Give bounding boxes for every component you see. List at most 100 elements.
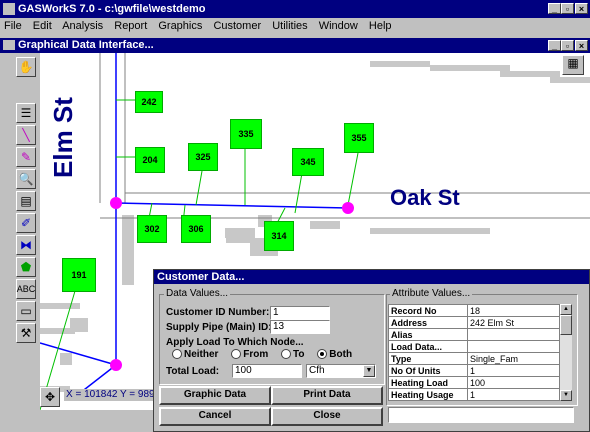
radio-both[interactable]: Both <box>317 349 352 360</box>
child-maximize-button[interactable]: ▫ <box>561 40 574 51</box>
node-242[interactable]: 242 <box>135 91 163 113</box>
attribute-key: Type <box>388 352 468 365</box>
attribute-row[interactable]: Load Data... <box>388 340 560 353</box>
menu-file[interactable]: File <box>4 20 22 32</box>
node-335[interactable]: 335 <box>230 119 262 149</box>
menu-window[interactable]: Window <box>319 20 358 32</box>
scroll-thumb[interactable] <box>560 315 572 335</box>
attribute-row[interactable]: Alias <box>388 328 560 341</box>
attribute-key: Heating Load <box>388 376 468 389</box>
radio-to[interactable]: To <box>281 349 305 360</box>
node-191[interactable]: 191 <box>62 258 96 292</box>
attribute-scrollbar[interactable]: ▲ ▼ <box>560 304 572 401</box>
attribute-key: Load Data... <box>388 340 468 353</box>
layer-tool-icon[interactable]: ▦ <box>562 55 584 75</box>
tool-tool-icon[interactable]: ⚒ <box>16 323 36 343</box>
total-load-label: Total Load: <box>166 366 220 377</box>
attribute-value[interactable]: Single_Fam <box>467 352 560 365</box>
supply-pipe-input[interactable]: 13 <box>270 320 330 334</box>
node-204[interactable]: 204 <box>135 147 165 173</box>
report-tool-icon[interactable]: ▤ <box>16 191 36 211</box>
customer-id-label: Customer ID Number: <box>166 307 270 318</box>
attribute-value[interactable] <box>467 340 560 353</box>
street-label-elm: Elm St <box>48 97 78 178</box>
attribute-row[interactable]: No Of Units 1 <box>388 364 560 377</box>
hand-pan-tool-icon[interactable]: ✋ <box>16 57 36 77</box>
attribute-value[interactable]: 100 <box>467 376 560 389</box>
radio-from[interactable]: From <box>231 349 268 360</box>
attribute-key: Alias <box>388 328 468 341</box>
node-355[interactable]: 355 <box>344 123 374 153</box>
unit-select[interactable]: Cfh ▼ <box>306 364 376 378</box>
attribute-value[interactable]: 242 Elm St <box>467 316 560 329</box>
child-close-button[interactable]: × <box>575 40 588 51</box>
menu-edit[interactable]: Edit <box>33 20 52 32</box>
apply-load-label: Apply Load To Which Node... <box>166 337 304 348</box>
app-icon <box>3 3 15 15</box>
child-icon <box>3 40 15 50</box>
edit-line-tool-icon[interactable]: ✎ <box>16 147 36 167</box>
attribute-row[interactable]: Record No 18 <box>388 304 560 317</box>
child-title: Graphical Data Interface... <box>18 39 154 51</box>
menu-help[interactable]: Help <box>369 20 392 32</box>
node-306[interactable]: 306 <box>181 215 211 243</box>
attribute-row[interactable]: Address 242 Elm St <box>388 316 560 329</box>
print-data-button[interactable]: Print Data <box>271 386 383 405</box>
menu-analysis[interactable]: Analysis <box>62 20 103 32</box>
customer-id-input[interactable]: 1 <box>270 306 330 320</box>
customer-data-dialog: Customer Data... Data Values... Customer… <box>153 269 590 432</box>
attribute-value[interactable]: 1 <box>467 388 560 401</box>
node-tool-icon[interactable]: ⬟ <box>16 257 36 277</box>
coordinates-readout: X = 101842 Y = 989 <box>64 389 157 401</box>
attribute-row[interactable]: Heating Load 100 <box>388 376 560 389</box>
attribute-row[interactable]: Heating Usage 1 <box>388 388 560 401</box>
attribute-value[interactable]: 18 <box>467 304 560 317</box>
junction-marker[interactable] <box>110 197 122 209</box>
close-dialog-button[interactable]: Close <box>271 407 383 426</box>
node-302[interactable]: 302 <box>137 215 167 243</box>
attribute-value[interactable] <box>467 328 560 341</box>
attribute-table: Record No 18 Address 242 Elm St Alias Load Da… <box>388 304 560 401</box>
attribute-row[interactable]: Type Single_Fam <box>388 352 560 365</box>
junction-marker[interactable] <box>342 202 354 214</box>
radio-from-icon <box>231 349 242 360</box>
child-minimize-button[interactable]: _ <box>548 40 561 51</box>
node-325[interactable]: 325 <box>188 143 218 171</box>
graphic-data-button[interactable]: Graphic Data <box>159 386 271 405</box>
label-tool-icon[interactable]: ABC <box>16 279 36 299</box>
radio-neither[interactable]: Neither <box>172 349 218 360</box>
menu-utilities[interactable]: Utilities <box>272 20 307 32</box>
menu-report[interactable]: Report <box>114 20 147 32</box>
move-tool-icon[interactable]: ✥ <box>40 387 60 407</box>
junction-marker[interactable] <box>110 359 122 371</box>
node-314[interactable]: 314 <box>264 221 294 251</box>
unit-value: Cfh <box>309 365 325 376</box>
window-left-border <box>0 53 14 410</box>
menu-graphics[interactable]: Graphics <box>158 20 202 32</box>
maximize-button[interactable]: ▫ <box>561 3 574 14</box>
list-tool-icon[interactable]: ☰ <box>16 103 36 123</box>
cancel-button[interactable]: Cancel <box>159 407 271 426</box>
scroll-down-icon[interactable]: ▼ <box>560 390 572 401</box>
attribute-table-container: Record No 18 Address 242 Elm St Alias Load Da… <box>388 304 560 401</box>
close-button[interactable]: × <box>575 3 588 14</box>
radio-both-icon <box>317 349 328 360</box>
node-345[interactable]: 345 <box>292 148 324 176</box>
zoom-tool-icon[interactable]: 🔍 <box>16 169 36 189</box>
total-load-input[interactable]: 100 <box>232 364 302 378</box>
valve-tool-icon[interactable]: ⧓ <box>16 235 36 255</box>
attribute-key: Address <box>388 316 468 329</box>
dropdown-arrow-icon[interactable]: ▼ <box>363 365 375 377</box>
draw-line-tool-icon[interactable]: ╲ <box>16 125 36 145</box>
minimize-button[interactable]: _ <box>548 3 561 14</box>
pencil-tool-icon[interactable]: ✐ <box>16 213 36 233</box>
attribute-value[interactable]: 1 <box>467 364 560 377</box>
attribute-key: No Of Units <box>388 364 468 377</box>
window-tool-icon[interactable]: ▭ <box>16 301 36 321</box>
app-title: GASWorkS 7.0 - c:\gwfile\westdemo <box>18 3 206 15</box>
data-values-label: Data Values... <box>164 288 231 299</box>
dialog-title: Customer Data... <box>157 271 245 283</box>
scroll-up-icon[interactable]: ▲ <box>560 304 572 315</box>
attribute-edit-field[interactable] <box>388 407 574 423</box>
menu-customer[interactable]: Customer <box>213 20 261 32</box>
